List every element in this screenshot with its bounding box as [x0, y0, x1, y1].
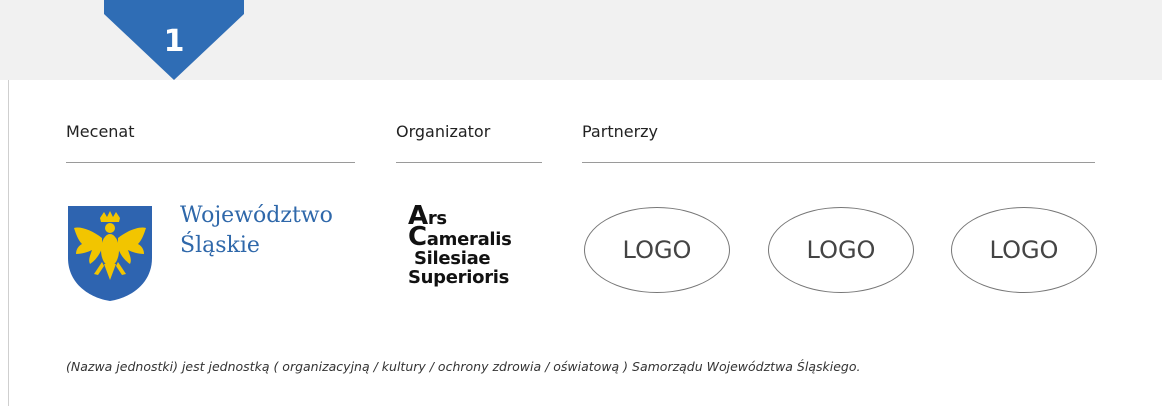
partner-logo-placeholder: LOGO: [768, 207, 914, 293]
ars-rest-2: ameralis: [426, 229, 512, 250]
ars-initial-3: S: [413, 248, 427, 269]
section-label-mecenat: Mecenat: [66, 122, 135, 141]
ars-initial-4: S: [408, 267, 421, 288]
ars-rest-3: ilesiae: [426, 248, 491, 269]
section-label-organizator: Organizator: [396, 122, 491, 141]
step-number: 1: [163, 24, 185, 59]
left-divider: [8, 80, 9, 406]
partner-logo-placeholder: LOGO: [951, 207, 1097, 293]
divider-partnerzy: [582, 162, 1095, 163]
divider-mecenat: [66, 162, 355, 163]
wojewodztwo-line1: Województwo: [180, 203, 333, 228]
silesia-coat-of-arms-icon: [68, 206, 152, 301]
section-label-partnerzy: Partnerzy: [582, 122, 659, 141]
footnote-text: (Nazwa jednostki) jest jednostką ( organ…: [66, 359, 861, 374]
wojewodztwo-line2: Śląskie: [180, 233, 260, 258]
ars-rest-1: rs: [427, 208, 447, 229]
ars-rest-4: uperioris: [420, 267, 510, 288]
divider-organizator: [396, 162, 542, 163]
ars-cameralis-logo: Ars Cameralis Silesiae Superioris: [408, 203, 512, 288]
step-badge: 1: [104, 0, 244, 80]
wojewodztwo-wordmark: Województwo Śląskie: [180, 201, 333, 261]
partner-logo-placeholder: LOGO: [584, 207, 730, 293]
